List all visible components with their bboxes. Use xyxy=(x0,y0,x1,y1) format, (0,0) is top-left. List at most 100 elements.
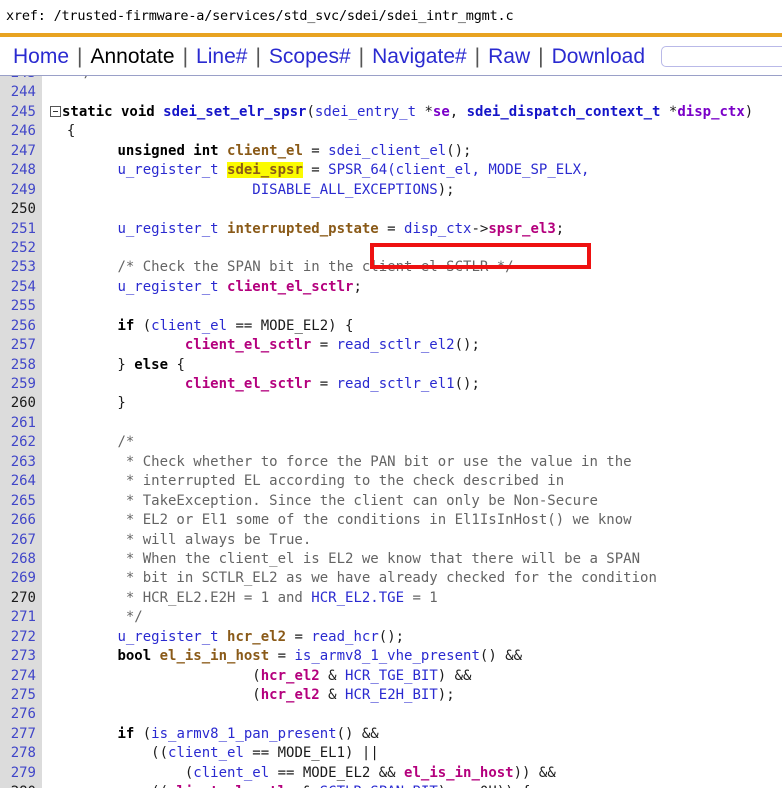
code-token: , xyxy=(449,103,467,120)
line-number[interactable]: 263 xyxy=(0,453,42,472)
code-token[interactable]: u_register_t xyxy=(117,279,227,295)
code-token[interactable]: client_el xyxy=(151,318,227,334)
code-token[interactable]: sdei_set_elr_spsr xyxy=(163,104,306,120)
code-text: (client_el == MODE_EL2 && el_is_in_host)… xyxy=(42,764,556,783)
line-number[interactable]: 273 xyxy=(0,647,42,666)
code-token: ); xyxy=(437,687,455,703)
code-text: } else { xyxy=(42,356,184,375)
code-token[interactable]: is_armv8_1_pan_present xyxy=(151,726,336,742)
code-token[interactable]: u_register_t xyxy=(117,221,227,237)
line-number[interactable]: 266 xyxy=(0,511,42,530)
code-fold-icon[interactable] xyxy=(50,106,61,118)
code-token[interactable]: client_el xyxy=(193,765,269,781)
line-number[interactable]: 270 xyxy=(0,589,42,608)
line-number[interactable]: 279 xyxy=(0,764,42,783)
line-number[interactable]: 253 xyxy=(0,258,42,277)
line-number[interactable]: 244 xyxy=(0,83,42,102)
line-number[interactable]: 265 xyxy=(0,492,42,511)
line-number[interactable]: 267 xyxy=(0,531,42,550)
code-token: } xyxy=(50,356,135,373)
line-number[interactable]: 254 xyxy=(0,278,42,297)
line-number[interactable]: 269 xyxy=(0,569,42,588)
search-input[interactable] xyxy=(661,45,782,67)
source-code-viewer[interactable]: 243 */244245static void sdei_set_elr_sps… xyxy=(0,76,782,788)
nav-item-raw[interactable]: Raw xyxy=(481,46,537,67)
code-token[interactable]: sdei_entry_t xyxy=(315,104,425,120)
line-number[interactable]: 276 xyxy=(0,705,42,724)
nav-item-home[interactable]: Home xyxy=(6,46,76,67)
code-token[interactable]: u_register_t xyxy=(117,629,227,645)
code-token: MODE_EL1 xyxy=(277,745,346,762)
line-number[interactable]: 277 xyxy=(0,725,42,744)
code-token: } xyxy=(50,395,126,412)
nav-item-line-numbers[interactable]: Line# xyxy=(189,46,254,67)
code-token[interactable]: HCR_EL2.TGE xyxy=(311,590,404,606)
code-token[interactable]: SPSR_64 xyxy=(328,162,387,178)
line-number[interactable]: 275 xyxy=(0,686,42,705)
line-number[interactable]: 249 xyxy=(0,181,42,200)
code-text: } xyxy=(42,394,126,413)
nav-separator: | xyxy=(358,44,365,68)
code-token[interactable]: read_sctlr_el1 xyxy=(337,376,455,392)
code-text: if (client_el == MODE_EL2) { xyxy=(42,317,353,336)
code-line: 279 (client_el == MODE_EL2 && el_is_in_h… xyxy=(0,764,782,783)
code-line: 254 u_register_t client_el_sctlr; xyxy=(0,278,782,297)
line-number[interactable]: 243 xyxy=(0,76,42,83)
code-token: (( xyxy=(50,745,169,762)
line-number[interactable]: 257 xyxy=(0,336,42,355)
code-token: spsr_el3 xyxy=(488,220,556,237)
line-number[interactable]: 260 xyxy=(0,394,42,413)
line-number[interactable]: 268 xyxy=(0,550,42,569)
line-number[interactable]: 258 xyxy=(0,356,42,375)
code-token[interactable]: HCR_E2H_BIT xyxy=(345,687,438,703)
nav-item-navigate[interactable]: Navigate# xyxy=(365,46,474,67)
code-line: 275 (hcr_el2 & HCR_E2H_BIT); xyxy=(0,686,782,705)
line-number[interactable]: 245 xyxy=(0,103,42,122)
line-number[interactable]: 259 xyxy=(0,375,42,394)
code-line: 248 u_register_t sdei_spsr = SPSR_64(cli… xyxy=(0,161,782,180)
line-number[interactable]: 280 xyxy=(0,783,42,788)
code-text: /* Check the SPAN bit in the client el S… xyxy=(42,258,514,277)
line-number[interactable]: 264 xyxy=(0,472,42,491)
line-number[interactable]: 255 xyxy=(0,297,42,316)
line-number[interactable]: 278 xyxy=(0,744,42,763)
code-token[interactable]: client_el xyxy=(168,745,244,761)
line-number[interactable]: 250 xyxy=(0,200,42,219)
code-token[interactable]: (client_el, MODE_SP_ELX, xyxy=(387,162,589,178)
code-text: (hcr_el2 & HCR_TGE_BIT) && xyxy=(42,667,471,686)
line-number[interactable]: 246 xyxy=(0,122,42,141)
line-number[interactable]: 261 xyxy=(0,414,42,433)
code-token[interactable]: is_armv8_1_vhe_present xyxy=(294,648,479,664)
line-number[interactable]: 272 xyxy=(0,628,42,647)
code-token: = xyxy=(311,376,337,392)
nav-separator: | xyxy=(255,44,261,68)
code-text: * EL2 or El1 some of the conditions in E… xyxy=(42,511,632,530)
code-token[interactable]: HCR_TGE_BIT xyxy=(345,668,438,684)
line-number[interactable]: 252 xyxy=(0,239,42,258)
code-line: 244 xyxy=(0,83,782,102)
code-token[interactable]: u_register_t xyxy=(117,162,227,178)
code-token: && xyxy=(370,764,405,781)
code-token[interactable]: SCTLR_SPAN_BIT xyxy=(320,784,438,788)
line-number[interactable]: 274 xyxy=(0,667,42,686)
line-number[interactable]: 251 xyxy=(0,220,42,239)
code-token[interactable]: sdei_dispatch_context_t xyxy=(467,104,669,120)
code-token: ); xyxy=(437,181,455,198)
line-number[interactable]: 247 xyxy=(0,142,42,161)
line-number[interactable]: 248 xyxy=(0,161,42,180)
code-token[interactable]: read_hcr xyxy=(311,629,378,645)
code-token[interactable]: DISABLE_ALL_EXCEPTIONS xyxy=(252,182,437,198)
nav-item-download[interactable]: Download xyxy=(545,46,652,67)
nav-item-scopes[interactable]: Scopes# xyxy=(262,46,358,67)
nav-item-annotate[interactable]: Annotate xyxy=(84,46,182,67)
code-token[interactable]: sdei_client_el xyxy=(328,143,446,159)
code-token: /* Check the SPAN bit in the client el S… xyxy=(117,259,514,276)
code-token[interactable]: disp_ctx xyxy=(404,221,471,237)
line-number[interactable]: 256 xyxy=(0,317,42,336)
line-number[interactable]: 271 xyxy=(0,608,42,627)
code-token[interactable]: read_sctlr_el2 xyxy=(337,337,455,353)
line-number[interactable]: 262 xyxy=(0,433,42,452)
